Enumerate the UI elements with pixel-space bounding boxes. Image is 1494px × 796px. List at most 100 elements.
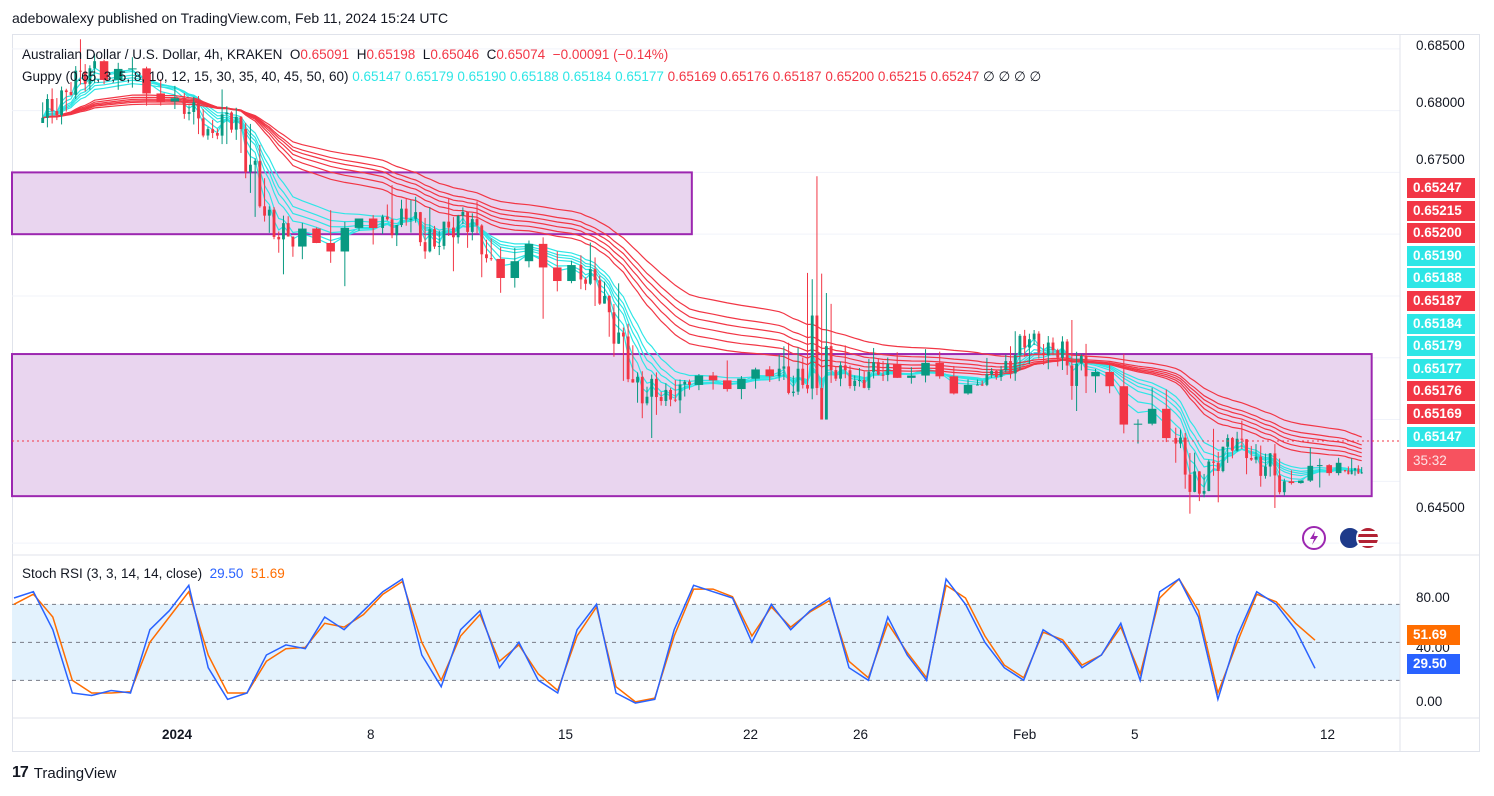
candle-body [244, 129, 248, 172]
price-label: 0.68500 [1416, 38, 1465, 53]
time-label: Feb [1013, 727, 1037, 742]
usd-flag-icon[interactable] [1356, 526, 1380, 550]
guppy-slow-value: 0.65215 [874, 69, 927, 84]
candle-body [286, 223, 290, 237]
candle-body [298, 228, 307, 247]
price-tag: 0.65177 [1407, 358, 1475, 379]
candle-body [584, 279, 588, 284]
candle-body [862, 380, 866, 388]
price-tag: 0.65179 [1407, 336, 1475, 357]
candle-body [385, 216, 389, 220]
candle-body [1075, 363, 1079, 386]
candle-body [722, 380, 732, 390]
candle-body [225, 112, 229, 115]
guppy-fast-value: 0.65190 [453, 69, 507, 84]
candle-body [239, 116, 243, 130]
candle-body [664, 389, 668, 402]
candle-body [876, 362, 880, 375]
price-chart[interactable] [0, 0, 1494, 796]
candle-body [1119, 386, 1129, 425]
candle-body [1326, 465, 1333, 474]
candle-body [480, 225, 484, 255]
candle-body [182, 98, 186, 114]
close-label: C [486, 47, 497, 62]
candle-body [645, 396, 649, 404]
stoch-level-label: 80.00 [1416, 590, 1450, 605]
candle-body [688, 381, 691, 385]
candle-body [1183, 437, 1187, 475]
stoch-label[interactable]: Stoch RSI (3, 3, 14, 14, close) [22, 566, 202, 581]
candle-body [390, 219, 394, 236]
guppy-fast-value: 0.65184 [558, 69, 612, 84]
candle-body [737, 378, 746, 390]
guppy-slow-value: 0.65169 [663, 69, 717, 84]
candle-body [277, 236, 281, 240]
candle-body [858, 380, 861, 381]
candle-body [843, 365, 847, 371]
candle-body [791, 391, 795, 393]
candle-body [694, 375, 704, 385]
candle-body [1212, 461, 1215, 463]
candle-body [820, 388, 824, 420]
candle-body [1084, 355, 1088, 377]
candle-body [579, 265, 583, 280]
candle-body [1316, 465, 1323, 467]
candle-body [418, 212, 422, 243]
candle-body [1174, 438, 1178, 444]
high-value: 0.65198 [366, 47, 416, 62]
candle-body [787, 366, 791, 393]
candle-body [1221, 446, 1225, 472]
price-tag: 0.65200 [1407, 223, 1475, 244]
candle-body [354, 218, 364, 228]
candle-body [1282, 481, 1286, 493]
candle-body [400, 208, 403, 226]
candle-body [1193, 471, 1197, 492]
guppy-fast-value: 0.65177 [611, 69, 664, 84]
guppy-label[interactable]: Guppy (0.65, 3, 5, 8, 10, 12, 15, 30, 35… [22, 69, 348, 84]
candle-body [437, 245, 441, 247]
candle-body [442, 221, 446, 246]
candle-body [395, 225, 399, 236]
countdown-tag: 35:32 [1407, 451, 1475, 471]
candle-body [69, 92, 73, 95]
candle-body [636, 376, 639, 383]
high-label: H [356, 47, 367, 62]
candle-body [64, 90, 68, 93]
candle-body [1344, 470, 1347, 472]
candle-body [751, 369, 760, 379]
candle-body [659, 397, 663, 402]
time-label: 5 [1131, 727, 1139, 742]
lightning-icon[interactable] [1302, 526, 1326, 550]
price-tag: 0.65176 [1407, 381, 1475, 402]
candle-body [1202, 491, 1206, 494]
stoch-k-value: 29.50 [209, 566, 244, 581]
candle-body [466, 211, 470, 232]
guppy-values: 0.65147 0.65179 0.65190 0.65188 0.65184 … [352, 69, 1041, 84]
candle-body [60, 90, 63, 116]
candle-body [156, 93, 165, 102]
candle-body [1354, 468, 1357, 471]
candle-body [409, 218, 413, 220]
candle-body [806, 384, 809, 389]
candle-body [1091, 371, 1100, 377]
candle-body [258, 160, 262, 207]
candle-body [1259, 456, 1263, 476]
candle-body [567, 265, 576, 282]
candle-body [1307, 465, 1314, 481]
candle-body [1249, 458, 1253, 460]
price-tag: 0.65187 [1407, 291, 1475, 311]
candle-body [433, 229, 436, 247]
candle-body [1042, 352, 1045, 356]
symbol-name[interactable]: Australian Dollar / U.S. Dollar, 4h, KRA… [22, 47, 282, 62]
candle-body [631, 379, 635, 383]
candle-body [55, 111, 59, 116]
candle-body [461, 211, 465, 216]
candle-body [976, 384, 979, 386]
candle-body [683, 381, 687, 385]
candle-body [839, 365, 842, 379]
candle-body [963, 384, 973, 394]
candle-body [853, 380, 857, 387]
stoch-rsi-panel [12, 577, 1400, 704]
close-value: 0.65074 [496, 47, 546, 62]
tradingview-logo[interactable]: 17 TradingView [12, 764, 116, 782]
